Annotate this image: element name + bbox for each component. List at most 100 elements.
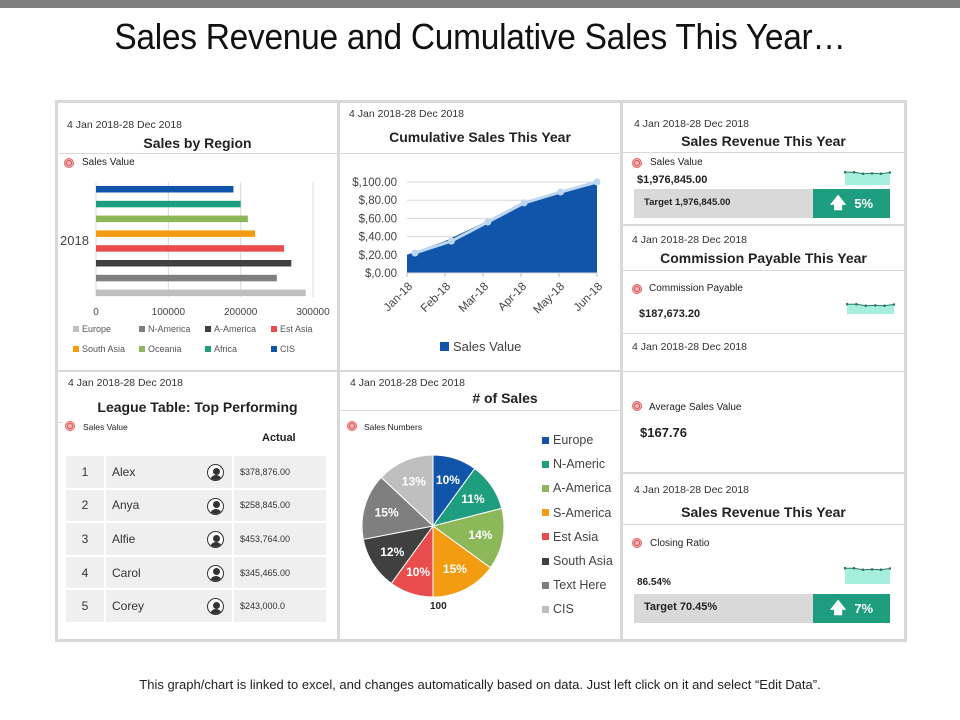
legend-label: Sales Value bbox=[453, 339, 521, 354]
legend-swatch bbox=[542, 436, 549, 444]
date-range: 4 Jan 2018-28 Dec 2018 bbox=[634, 484, 750, 496]
target-bar: Target 70.45% 🡅 7% bbox=[634, 594, 890, 623]
legend-label: South Asia bbox=[553, 554, 613, 569]
sparkline-point bbox=[883, 304, 886, 307]
pie-data-label: 15% bbox=[375, 506, 399, 520]
legend-label: Oceania bbox=[148, 344, 182, 354]
legend-label: S-America bbox=[553, 505, 612, 520]
x-tick-label: Mar-18 bbox=[457, 281, 491, 315]
user-avatar-icon bbox=[207, 531, 224, 549]
sparkline-point bbox=[852, 170, 856, 174]
bar-south asia bbox=[96, 230, 256, 237]
sparkline-point bbox=[864, 304, 868, 307]
y-tick-label: $,80.00 bbox=[359, 195, 397, 207]
data-point bbox=[447, 237, 455, 245]
data-point bbox=[411, 249, 419, 257]
change-badge: 🡅 7% bbox=[813, 594, 890, 623]
legend-label: Est Asia bbox=[553, 529, 599, 544]
user-avatar-icon bbox=[207, 464, 224, 481]
y-tick-label: $,100.00 bbox=[352, 177, 397, 189]
kpi-label: Sales Value bbox=[650, 157, 703, 168]
divider bbox=[55, 422, 63, 423]
sparkline-point bbox=[873, 304, 877, 307]
legend-swatch bbox=[542, 460, 549, 468]
legend-label: N-Americ bbox=[553, 457, 606, 472]
series-label: Sales Value bbox=[83, 422, 128, 432]
legend-label: N-America bbox=[148, 324, 191, 334]
legend-swatch bbox=[542, 581, 549, 589]
value-cell: $453,764.00 bbox=[232, 521, 328, 557]
bar-n-america bbox=[96, 274, 277, 282]
legend-swatch bbox=[73, 326, 79, 332]
commission-icon bbox=[632, 284, 642, 294]
panel-title: Cumulative Sales This Year bbox=[389, 129, 571, 145]
legend-label: CIS bbox=[553, 602, 574, 617]
bar-a-america bbox=[96, 260, 292, 267]
bar-africa bbox=[96, 200, 241, 208]
legend-swatch bbox=[205, 346, 211, 352]
kpi-value: $167.76 bbox=[640, 425, 687, 440]
person-name: Carol bbox=[112, 565, 141, 580]
date-range: 4 Jan 2018-28 Dec 2018 bbox=[350, 377, 466, 389]
sales-numbers-icon bbox=[347, 421, 357, 431]
pie-data-label: 10% bbox=[406, 565, 430, 579]
x-tick-label: Jun-18 bbox=[572, 281, 605, 314]
data-point bbox=[593, 178, 601, 186]
page-title: Sales Revenue and Cumulative Sales This … bbox=[114, 16, 846, 57]
x-tick-label: 300000 bbox=[296, 307, 330, 318]
pie-data-label: 15% bbox=[443, 562, 467, 576]
series-label: Sales Value bbox=[82, 157, 135, 168]
legend-swatch bbox=[205, 326, 211, 332]
target-bar: Target 1,976,845.00 🡅 5% bbox=[634, 189, 890, 218]
legend-item: Europe bbox=[542, 428, 613, 452]
category-label: 2018 bbox=[60, 233, 89, 248]
person-name: Anya bbox=[112, 498, 140, 513]
divider bbox=[340, 410, 620, 411]
divider bbox=[58, 153, 337, 154]
bar-europe bbox=[96, 289, 306, 297]
value-cell: $345,465.00 bbox=[232, 554, 328, 591]
user-avatar-icon bbox=[207, 564, 224, 582]
sparkline-point bbox=[852, 566, 856, 570]
legend-label: Africa bbox=[214, 344, 237, 354]
sparkline-point bbox=[879, 172, 883, 175]
data-point bbox=[520, 199, 528, 207]
name-cell: Anya bbox=[104, 487, 234, 524]
legend-swatch bbox=[542, 509, 549, 517]
value-cell: $258,845.00 bbox=[232, 487, 328, 524]
legend-item: S-America bbox=[542, 501, 613, 525]
closing-icon bbox=[632, 538, 642, 548]
sales-value-icon bbox=[632, 158, 642, 168]
pie-data-label: 11% bbox=[461, 492, 485, 506]
x-tick-label: 100000 bbox=[152, 307, 186, 318]
legend-label: A-America bbox=[553, 481, 612, 496]
data-point bbox=[557, 188, 565, 196]
rank-cell: 4 bbox=[64, 554, 106, 591]
kpi-value: $1,976,845.00 bbox=[637, 174, 708, 186]
legend-swatch bbox=[542, 484, 549, 492]
sparkline-point bbox=[879, 568, 883, 571]
legend-item: N-Americ bbox=[542, 452, 613, 476]
user-avatar-icon bbox=[207, 497, 224, 515]
divider bbox=[623, 333, 904, 334]
legend-swatch bbox=[139, 326, 145, 332]
person-name: Corey bbox=[112, 599, 145, 614]
sparkline-area bbox=[845, 568, 890, 584]
panel-title: Sales by Region bbox=[143, 135, 252, 151]
kpi-value: 86.54% bbox=[637, 577, 671, 588]
legend-label: Est Asia bbox=[280, 324, 313, 334]
legend-swatch bbox=[542, 557, 549, 565]
legend-item: Text Here bbox=[542, 573, 613, 597]
sparkline-area bbox=[845, 172, 890, 185]
legend-swatch bbox=[271, 326, 277, 332]
date-range: 4 Jan 2018-28 Dec 2018 bbox=[634, 118, 750, 130]
league-table: 1 Alex $378,876.00 2 Anya $258,845.00 3 Alfie $4… bbox=[64, 454, 328, 624]
rank-cell: 1 bbox=[64, 454, 106, 490]
x-tick-label: Apr-18 bbox=[496, 281, 529, 314]
target-label: Target 70.45% bbox=[644, 601, 718, 613]
date-range: 4 Jan 2018-28 Dec 2018 bbox=[632, 234, 748, 246]
date-range: 4 Jan 2018-28 Dec 2018 bbox=[67, 119, 183, 131]
divider bbox=[623, 472, 904, 474]
panel-title: Sales Revenue This Year bbox=[681, 133, 846, 149]
kpi-value: $187,673.20 bbox=[639, 308, 701, 320]
